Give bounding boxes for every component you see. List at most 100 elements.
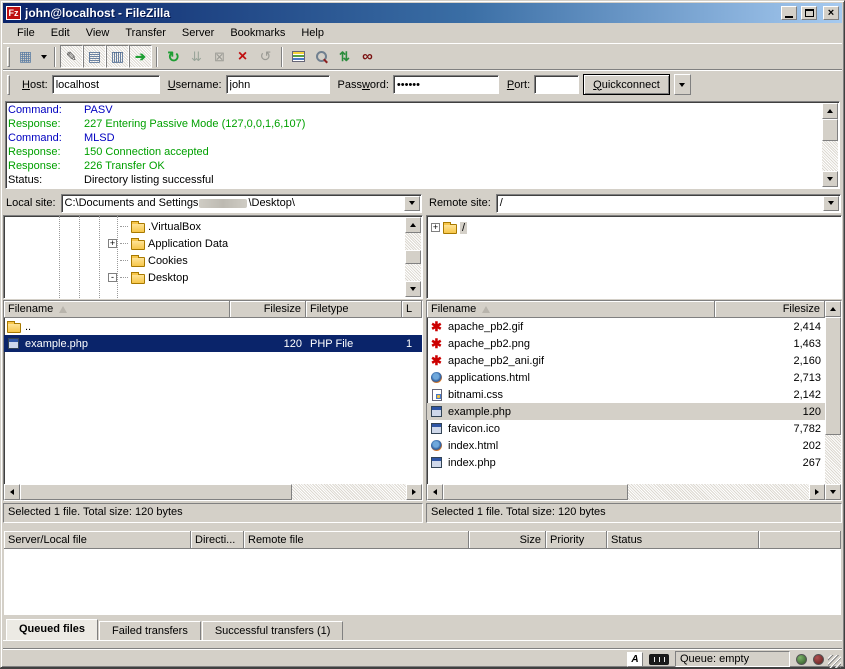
scroll-right-button[interactable] xyxy=(809,484,825,500)
file-row-selected[interactable]: example.php 120 PHP File 1 xyxy=(4,335,422,352)
column-header-status[interactable]: Status xyxy=(607,531,759,549)
column-header-server-local-file[interactable]: Server/Local file xyxy=(4,531,191,549)
scroll-track[interactable] xyxy=(825,435,841,484)
scroll-thumb[interactable] xyxy=(443,484,628,500)
scroll-down-button[interactable] xyxy=(825,484,841,500)
queue-splitter[interactable] xyxy=(3,523,842,531)
remote-list-vscrollbar[interactable] xyxy=(825,301,841,500)
column-header-filesize[interactable]: Filesize xyxy=(715,301,825,318)
tree-item[interactable]: +Application Data xyxy=(108,235,422,252)
local-site-dropdown-button[interactable] xyxy=(404,196,420,211)
message-log[interactable]: Command:PASV Response:227 Entering Passi… xyxy=(5,101,840,189)
file-row[interactable]: applications.html2,713 xyxy=(427,369,825,386)
tree-item-root[interactable]: +/ xyxy=(431,219,841,236)
local-list-hscrollbar[interactable] xyxy=(4,484,422,500)
scroll-track[interactable] xyxy=(822,141,838,171)
file-row[interactable]: favicon.ico7,782 xyxy=(427,420,825,437)
scroll-track[interactable] xyxy=(292,484,406,500)
menu-bookmarks[interactable]: Bookmarks xyxy=(222,25,293,41)
host-input[interactable] xyxy=(52,75,160,94)
resize-grip[interactable] xyxy=(828,655,841,668)
tab-failed-transfers[interactable]: Failed transfers xyxy=(99,621,201,640)
scroll-up-button[interactable] xyxy=(822,103,838,119)
process-queue-button[interactable] xyxy=(185,45,208,68)
scroll-thumb[interactable] xyxy=(825,317,841,435)
remote-directory-tree[interactable]: +/ xyxy=(426,215,842,299)
column-header-direction[interactable]: Directi... xyxy=(191,531,244,549)
tab-queued-files[interactable]: Queued files xyxy=(6,619,98,640)
menu-edit[interactable]: Edit xyxy=(43,25,78,41)
quickconnect-button[interactable]: Quickconnect xyxy=(583,74,670,95)
file-row-parent-dir[interactable]: .. xyxy=(4,318,422,335)
tab-successful-transfers[interactable]: Successful transfers (1) xyxy=(202,621,344,640)
expander-box[interactable]: + xyxy=(431,223,440,232)
column-header-priority[interactable]: Priority xyxy=(546,531,607,549)
menu-server[interactable]: Server xyxy=(174,25,222,41)
username-input[interactable] xyxy=(226,75,330,94)
scroll-right-button[interactable] xyxy=(406,484,422,500)
menu-view[interactable]: View xyxy=(78,25,118,41)
file-row-selected[interactable]: example.php120 xyxy=(427,403,825,420)
port-input[interactable] xyxy=(534,75,579,94)
filter-button[interactable] xyxy=(287,45,310,68)
directory-comparison-button[interactable] xyxy=(310,45,333,68)
maximize-button[interactable] xyxy=(801,6,817,20)
quickconnect-grip[interactable] xyxy=(7,75,10,95)
reconnect-button[interactable] xyxy=(254,45,277,68)
file-row[interactable]: index.html202 xyxy=(427,437,825,454)
column-header-last-modified[interactable]: L xyxy=(402,301,422,318)
toggle-message-log-button[interactable] xyxy=(60,45,83,68)
menu-help[interactable]: Help xyxy=(293,25,332,41)
quickconnect-dropdown-button[interactable] xyxy=(674,74,691,95)
scroll-up-button[interactable] xyxy=(405,217,421,233)
remote-file-list[interactable]: Filename Filesize apache_pb2.gif2,414 ap… xyxy=(426,300,842,501)
file-row[interactable]: apache_pb2_ani.gif2,160 xyxy=(427,352,825,369)
scroll-track[interactable] xyxy=(405,233,421,250)
file-row[interactable]: apache_pb2.gif2,414 xyxy=(427,318,825,335)
local-directory-tree[interactable]: .VirtualBox +Application Data Cookies -D… xyxy=(3,215,423,299)
menu-file[interactable]: File xyxy=(9,25,43,41)
toggle-remote-tree-button[interactable] xyxy=(106,45,129,68)
toolbar-grip[interactable] xyxy=(7,47,10,67)
toggle-local-tree-button[interactable] xyxy=(83,45,106,68)
refresh-button[interactable] xyxy=(162,45,185,68)
scroll-track[interactable] xyxy=(405,264,421,281)
scroll-left-button[interactable] xyxy=(4,484,20,500)
scroll-thumb[interactable] xyxy=(822,119,838,141)
column-header-remote-file[interactable]: Remote file xyxy=(244,531,469,549)
site-manager-button[interactable] xyxy=(14,45,37,68)
local-tree-scrollbar[interactable] xyxy=(405,217,421,297)
scroll-down-button[interactable] xyxy=(405,281,421,297)
local-site-combobox[interactable]: C:\Documents and Settings\Desktop\ xyxy=(61,194,422,213)
tree-item[interactable]: .VirtualBox xyxy=(108,218,422,235)
scroll-thumb[interactable] xyxy=(20,484,292,500)
menu-transfer[interactable]: Transfer xyxy=(117,25,174,41)
minimize-button[interactable] xyxy=(781,6,797,20)
disconnect-button[interactable] xyxy=(231,45,254,68)
file-row[interactable]: apache_pb2.png1,463 xyxy=(427,335,825,352)
remote-list-hscrollbar[interactable] xyxy=(427,484,825,500)
site-manager-dropdown-button[interactable] xyxy=(37,45,50,68)
synchronized-browsing-button[interactable] xyxy=(333,45,356,68)
queue-list[interactable] xyxy=(4,549,841,615)
scroll-up-button[interactable] xyxy=(825,301,841,317)
remote-site-combobox[interactable]: / xyxy=(496,194,841,213)
expander-box[interactable] xyxy=(108,256,117,265)
scroll-track[interactable] xyxy=(628,484,809,500)
tree-item[interactable]: -Desktop xyxy=(108,269,422,286)
remote-site-dropdown-button[interactable] xyxy=(823,196,839,211)
file-row[interactable]: bitnami.css2,142 xyxy=(427,386,825,403)
log-scrollbar[interactable] xyxy=(822,103,838,187)
column-header-filename[interactable]: Filename xyxy=(427,301,715,318)
column-header-filetype[interactable]: Filetype xyxy=(306,301,402,318)
find-files-button[interactable] xyxy=(356,45,379,68)
password-input[interactable] xyxy=(393,75,499,94)
close-button[interactable]: × xyxy=(823,6,839,20)
file-row[interactable]: index.php267 xyxy=(427,454,825,471)
expander-box[interactable]: - xyxy=(108,273,117,282)
expander-box[interactable] xyxy=(108,222,117,231)
expander-box[interactable]: + xyxy=(108,239,117,248)
local-file-list[interactable]: Filename Filesize Filetype L .. example.… xyxy=(3,300,423,501)
tree-item[interactable]: Cookies xyxy=(108,252,422,269)
cancel-operation-button[interactable] xyxy=(208,45,231,68)
